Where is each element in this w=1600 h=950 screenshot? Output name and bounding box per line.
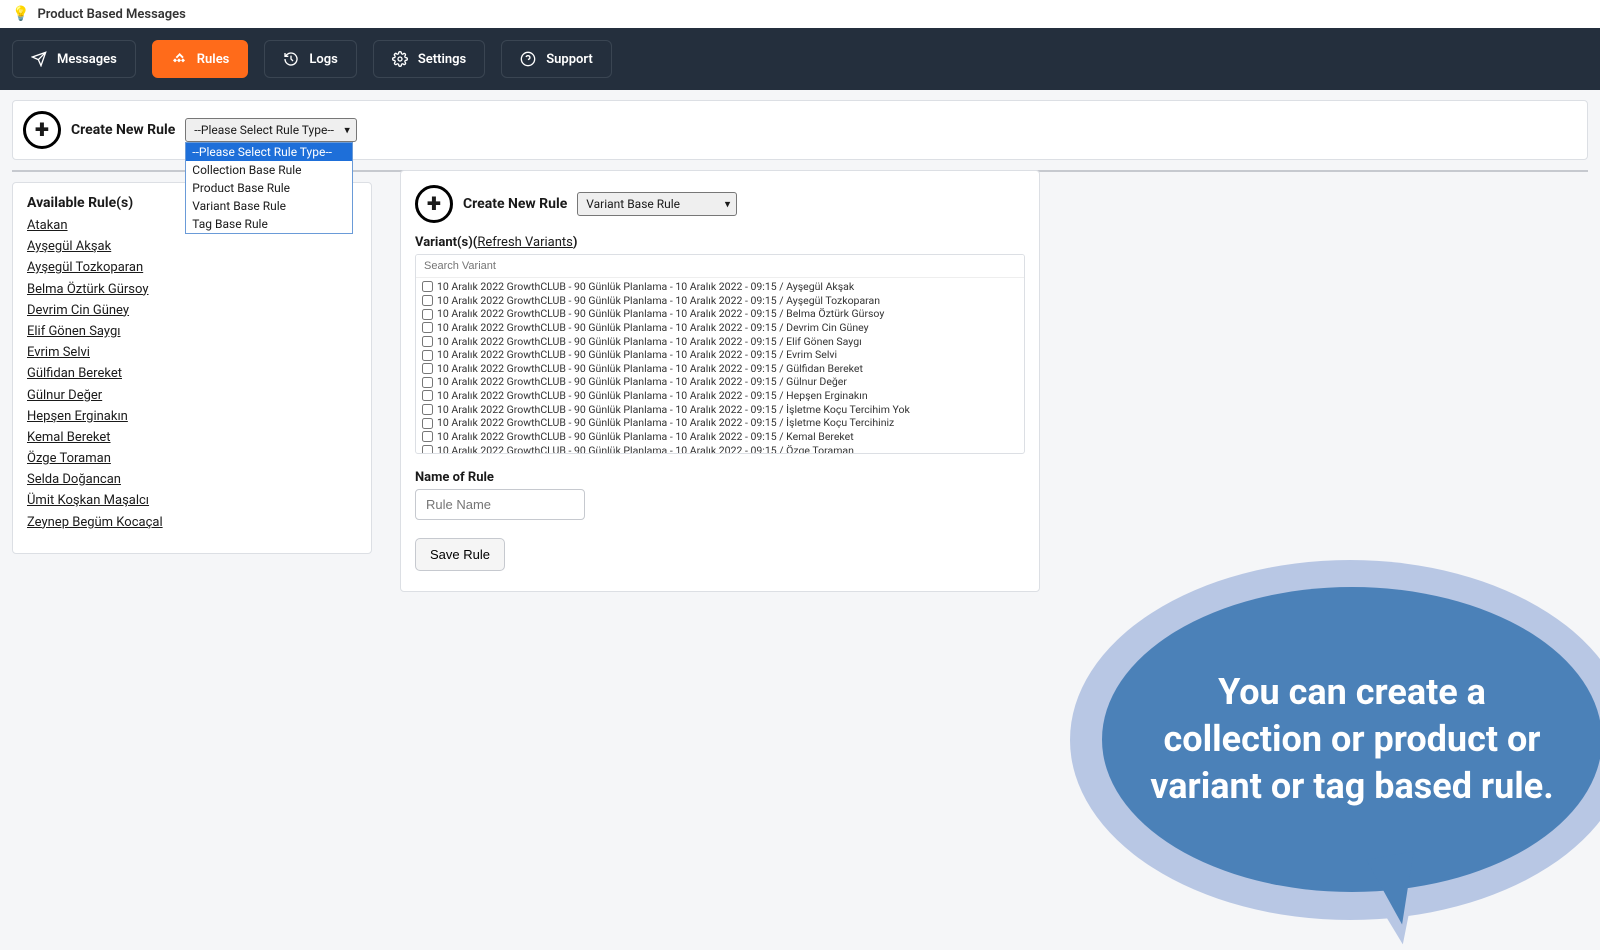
variant-checkbox[interactable]	[422, 350, 433, 361]
variant-checkbox[interactable]	[422, 431, 433, 442]
nav-rules[interactable]: Rules	[152, 40, 249, 78]
variant-checkbox[interactable]	[422, 281, 433, 292]
variant-search-input[interactable]	[416, 255, 1024, 278]
rule-link[interactable]: Ümit Koşkan Maşalcı	[27, 492, 357, 510]
nav-settings[interactable]: Settings	[373, 40, 485, 78]
create-rule-label: Create New Rule	[71, 122, 175, 138]
variant-row: 10 Aralık 2022 GrowthCLUB - 90 Günlük Pl…	[420, 444, 1020, 454]
variant-label: 10 Aralık 2022 GrowthCLUB - 90 Günlük Pl…	[437, 307, 884, 321]
variant-label: 10 Aralık 2022 GrowthCLUB - 90 Günlük Pl…	[437, 348, 837, 362]
variant-checkbox[interactable]	[422, 363, 433, 374]
variant-label: 10 Aralık 2022 GrowthCLUB - 90 Günlük Pl…	[437, 430, 854, 444]
dropdown-option[interactable]: Collection Base Rule	[186, 161, 352, 179]
app-header: 💡 Product Based Messages	[0, 0, 1600, 28]
variant-rule-panel: + Create New Rule Variant Base Rule Vari…	[400, 170, 1040, 592]
variant-row: 10 Aralık 2022 GrowthCLUB - 90 Günlük Pl…	[420, 375, 1020, 389]
rule-link[interactable]: Ayşegül Tozkoparan	[27, 259, 357, 277]
variant-label: 10 Aralık 2022 GrowthCLUB - 90 Günlük Pl…	[437, 403, 910, 417]
variant-checkbox[interactable]	[422, 418, 433, 429]
available-rules-panel: Available Rule(s) AtakanAyşegül AkşakAyş…	[12, 182, 372, 554]
variant-row: 10 Aralık 2022 GrowthCLUB - 90 Günlük Pl…	[420, 307, 1020, 321]
variant-checkbox[interactable]	[422, 390, 433, 401]
rule-link[interactable]: Devrim Cin Güney	[27, 302, 357, 320]
variant-label: 10 Aralık 2022 GrowthCLUB - 90 Günlük Pl…	[437, 389, 868, 403]
variant-list: 10 Aralık 2022 GrowthCLUB - 90 Günlük Pl…	[415, 254, 1025, 454]
nav-label: Rules	[197, 52, 230, 67]
add-rule-button[interactable]: +	[415, 185, 453, 223]
rule-type-select[interactable]: --Please Select Rule Type--	[185, 118, 357, 142]
nav-label: Messages	[57, 52, 117, 67]
dropdown-option[interactable]: Tag Base Rule	[186, 215, 352, 233]
gear-icon	[392, 51, 408, 67]
variant-checkbox[interactable]	[422, 377, 433, 388]
refresh-variants-link[interactable]: Refresh Variants	[477, 235, 573, 250]
variant-row: 10 Aralık 2022 GrowthCLUB - 90 Günlük Pl…	[420, 403, 1020, 417]
handshake-icon	[171, 51, 187, 67]
rule-link[interactable]: Gülfidan Bereket	[27, 365, 357, 383]
rule-type-select[interactable]: Variant Base Rule	[577, 192, 737, 216]
variant-row: 10 Aralık 2022 GrowthCLUB - 90 Günlük Pl…	[420, 294, 1020, 308]
rule-link[interactable]: Kemal Bereket	[27, 429, 357, 447]
app-title: Product Based Messages	[37, 7, 185, 22]
rule-link[interactable]: Elif Gönen Saygı	[27, 323, 357, 341]
rule-link[interactable]: Selda Doğancan	[27, 471, 357, 489]
variant-checkbox[interactable]	[422, 309, 433, 320]
nav-label: Logs	[309, 52, 337, 67]
rule-link[interactable]: Ayşegül Akşak	[27, 238, 357, 256]
nav-label: Settings	[418, 52, 466, 67]
dropdown-option[interactable]: Product Base Rule	[186, 179, 352, 197]
nav-label: Support	[546, 52, 593, 67]
variant-label: 10 Aralık 2022 GrowthCLUB - 90 Günlük Pl…	[437, 294, 880, 308]
create-rule-label: Create New Rule	[463, 196, 567, 212]
variant-row: 10 Aralık 2022 GrowthCLUB - 90 Günlük Pl…	[420, 389, 1020, 403]
dropdown-option[interactable]: --Please Select Rule Type--	[186, 143, 352, 161]
bulb-icon: 💡	[12, 6, 29, 22]
variant-row: 10 Aralık 2022 GrowthCLUB - 90 Günlük Pl…	[420, 430, 1020, 444]
variant-label: 10 Aralık 2022 GrowthCLUB - 90 Günlük Pl…	[437, 280, 854, 294]
variants-label: Variant(s)	[415, 235, 473, 250]
variant-label: 10 Aralık 2022 GrowthCLUB - 90 Günlük Pl…	[437, 335, 862, 349]
nav-logs[interactable]: Logs	[264, 40, 356, 78]
history-icon	[283, 51, 299, 67]
rule-name-label: Name of Rule	[415, 470, 1025, 485]
variant-checkbox[interactable]	[422, 445, 433, 454]
variant-checkbox[interactable]	[422, 404, 433, 415]
variants-header: Variant(s)(Refresh Variants)	[415, 235, 1025, 250]
variant-row: 10 Aralık 2022 GrowthCLUB - 90 Günlük Pl…	[420, 416, 1020, 430]
save-rule-button[interactable]: Save Rule	[415, 538, 505, 571]
add-rule-button[interactable]: +	[23, 111, 61, 149]
nav-messages[interactable]: Messages	[12, 40, 136, 78]
create-rule-panel: + Create New Rule --Please Select Rule T…	[12, 100, 1588, 160]
variant-label: 10 Aralık 2022 GrowthCLUB - 90 Günlük Pl…	[437, 362, 863, 376]
rule-link[interactable]: Özge Toraman	[27, 450, 357, 468]
rule-link[interactable]: Hepşen Erginakın	[27, 408, 357, 426]
variant-row: 10 Aralık 2022 GrowthCLUB - 90 Günlük Pl…	[420, 321, 1020, 335]
rule-link[interactable]: Belma Öztürk Gürsoy	[27, 281, 357, 299]
rule-type-dropdown: --Please Select Rule Type-- Collection B…	[185, 142, 353, 234]
rule-link[interactable]: Gülnur Değer	[27, 387, 357, 405]
variant-checkbox[interactable]	[422, 295, 433, 306]
rule-name-input[interactable]	[415, 489, 585, 520]
paper-plane-icon	[31, 51, 47, 67]
variant-row: 10 Aralık 2022 GrowthCLUB - 90 Günlük Pl…	[420, 362, 1020, 376]
variant-label: 10 Aralık 2022 GrowthCLUB - 90 Günlük Pl…	[437, 321, 869, 335]
main-nav: Messages Rules Logs Settings Support	[0, 28, 1600, 90]
variant-checkbox[interactable]	[422, 336, 433, 347]
variant-row: 10 Aralık 2022 GrowthCLUB - 90 Günlük Pl…	[420, 335, 1020, 349]
rule-link[interactable]: Zeynep Begüm Kocaçal	[27, 514, 357, 532]
nav-support[interactable]: Support	[501, 40, 612, 78]
dropdown-option[interactable]: Variant Base Rule	[186, 197, 352, 215]
variant-row: 10 Aralık 2022 GrowthCLUB - 90 Günlük Pl…	[420, 348, 1020, 362]
variant-checkbox[interactable]	[422, 322, 433, 333]
variant-label: 10 Aralık 2022 GrowthCLUB - 90 Günlük Pl…	[437, 444, 854, 454]
help-icon	[520, 51, 536, 67]
variant-label: 10 Aralık 2022 GrowthCLUB - 90 Günlük Pl…	[437, 375, 847, 389]
variant-row: 10 Aralık 2022 GrowthCLUB - 90 Günlük Pl…	[420, 280, 1020, 294]
variant-label: 10 Aralık 2022 GrowthCLUB - 90 Günlük Pl…	[437, 416, 894, 430]
bubble-text: You can create a collection or product o…	[1142, 669, 1562, 809]
rule-link[interactable]: Evrim Selvi	[27, 344, 357, 362]
